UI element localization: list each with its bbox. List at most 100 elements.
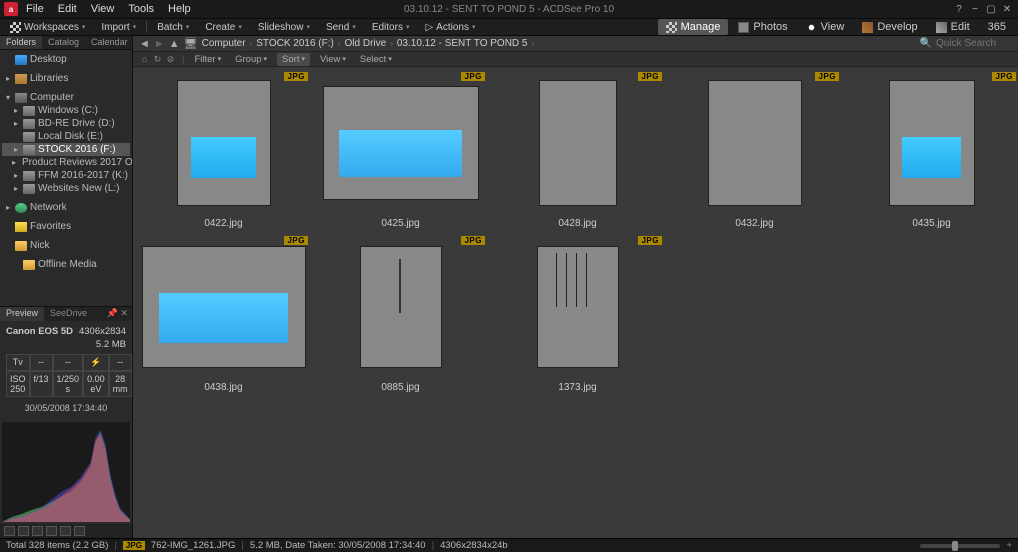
menu-help[interactable]: Help xyxy=(162,1,197,17)
tree-item[interactable]: ▸Libraries xyxy=(2,72,130,85)
tb-import[interactable]: Import▾ xyxy=(95,21,142,34)
thumbnail-cell[interactable]: JPG0438.jpg xyxy=(136,234,311,396)
crumb-drive[interactable]: STOCK 2016 (F:) xyxy=(256,38,334,49)
brush-icon xyxy=(862,22,873,33)
format-badge: JPG xyxy=(284,236,308,245)
nav-fwd-icon[interactable]: ► xyxy=(154,38,165,50)
pin-icon[interactable]: 📌 xyxy=(107,308,118,318)
histo-btn-3[interactable] xyxy=(32,526,43,536)
expand-icon[interactable]: ▾ xyxy=(4,93,12,102)
computer-icon[interactable]: 🖥 xyxy=(184,37,198,50)
histo-btn-1[interactable] xyxy=(4,526,15,536)
tab-catalog[interactable]: Catalog xyxy=(42,36,85,49)
histo-btn-4[interactable] xyxy=(46,526,57,536)
mode-edit[interactable]: Edit xyxy=(928,19,978,35)
tree-item[interactable]: Favorites xyxy=(2,220,130,233)
tree-item[interactable]: ▾Computer xyxy=(2,91,130,104)
zoom-in-icon[interactable]: + xyxy=(1006,540,1012,551)
tree-item[interactable]: ▸BD-RE Drive (D:) xyxy=(2,117,130,130)
quick-search: 🔍 xyxy=(920,38,1016,49)
expand-icon[interactable]: ▸ xyxy=(4,74,12,83)
histo-btn-6[interactable] xyxy=(74,526,85,536)
mode-photos[interactable]: Photos xyxy=(730,19,795,35)
expand-icon[interactable]: ▸ xyxy=(12,145,20,154)
thumbnail-filename: 0422.jpg xyxy=(136,216,311,232)
tree-item[interactable]: ▸Windows (C:) xyxy=(2,104,130,117)
histo-btn-2[interactable] xyxy=(18,526,29,536)
status-badge: JPG xyxy=(123,541,145,550)
tb-create[interactable]: Create▾ xyxy=(199,21,248,34)
tab-calendar[interactable]: Calendar xyxy=(85,36,134,49)
nav-refresh-icon[interactable]: ↻ xyxy=(152,54,163,65)
thumbnail-cell[interactable]: JPG0435.jpg xyxy=(844,70,1018,232)
search-icon[interactable]: 🔍 xyxy=(920,38,932,49)
minimize-icon[interactable]: − xyxy=(968,3,982,15)
view-dropdown[interactable]: View ▾ xyxy=(316,54,350,65)
tree-item[interactable]: Nick xyxy=(2,239,130,252)
tree-item[interactable]: ▸STOCK 2016 (F:) xyxy=(2,143,130,156)
select-dropdown[interactable]: Select ▾ xyxy=(356,54,396,65)
menu-file[interactable]: File xyxy=(20,1,50,17)
maximize-icon[interactable]: ▢ xyxy=(984,3,998,15)
mode-develop[interactable]: Develop xyxy=(854,19,925,35)
tab-preview[interactable]: Preview xyxy=(0,307,44,321)
expand-icon[interactable]: ▸ xyxy=(12,119,20,128)
thumbnail-cell[interactable]: JPG0885.jpg xyxy=(313,234,488,396)
tree-item[interactable]: Offline Media xyxy=(2,258,130,271)
nav-back-icon[interactable]: ◄ xyxy=(139,38,150,50)
histo-btn-5[interactable] xyxy=(60,526,71,536)
help-icon[interactable]: ? xyxy=(952,3,966,15)
expand-icon[interactable]: ▸ xyxy=(12,158,16,167)
thumbnail-cell[interactable]: JPG0432.jpg xyxy=(667,70,842,232)
status-filesize: 5.2 MB, Date Taken: 30/05/2008 17:34:40 xyxy=(250,540,426,551)
zoom-slider[interactable] xyxy=(920,544,1000,548)
thumbnail-cell[interactable]: JPG 0422.jpg xyxy=(136,70,311,232)
thumbnail-cell[interactable]: JPG1373.jpg xyxy=(490,234,665,396)
tree-item[interactable]: ▸Product Reviews 2017 On (G:) xyxy=(2,156,130,169)
expand-icon[interactable]: ▸ xyxy=(4,203,12,212)
menu-edit[interactable]: Edit xyxy=(52,1,83,17)
tb-workspaces[interactable]: Workspaces▾ xyxy=(4,21,91,34)
crumb-folder2[interactable]: 03.10.12 - SENT TO POND 5 xyxy=(397,38,528,49)
tb-send[interactable]: Send▾ xyxy=(320,21,362,34)
expand-icon[interactable]: ▸ xyxy=(12,171,20,180)
crumb-folder1[interactable]: Old Drive xyxy=(345,38,387,49)
thumbnail-cell[interactable]: JPG0428.jpg xyxy=(490,70,665,232)
nav-up-icon[interactable]: ▲ xyxy=(169,38,180,50)
tree-item[interactable]: Desktop xyxy=(2,53,130,66)
tree-item[interactable]: ▸Network xyxy=(2,201,130,214)
nav-stop-icon[interactable]: ⊘ xyxy=(165,54,176,65)
nav-home-icon[interactable]: ⌂ xyxy=(139,54,150,65)
app-icon: a xyxy=(4,2,18,16)
tab-seedrive[interactable]: SeeDrive xyxy=(44,307,93,321)
thumbnail-filename: 0425.jpg xyxy=(313,216,488,232)
tb-slideshow[interactable]: Slideshow▾ xyxy=(252,21,316,34)
menu-view[interactable]: View xyxy=(85,1,121,17)
group-dropdown[interactable]: Group ▾ xyxy=(231,54,271,65)
expand-icon[interactable]: ▸ xyxy=(12,106,20,115)
tb-actions[interactable]: ▷ Actions▾ xyxy=(419,21,481,34)
thumbnail-filename: 0885.jpg xyxy=(313,380,488,396)
window-controls: ? − ▢ ✕ xyxy=(952,3,1014,15)
thumbnail-cell[interactable]: JPG0425.jpg xyxy=(313,70,488,232)
menu-tools[interactable]: Tools xyxy=(122,1,160,17)
expand-icon[interactable]: ▸ xyxy=(12,184,20,193)
format-badge: JPG xyxy=(284,72,308,81)
tree-item[interactable]: ▸Websites New (L:) xyxy=(2,182,130,195)
search-input[interactable] xyxy=(936,38,1016,49)
filter-dropdown[interactable]: Filter ▾ xyxy=(190,54,225,65)
tb-batch[interactable]: Batch▾ xyxy=(151,21,195,34)
mode-view[interactable]: View xyxy=(798,19,853,35)
tree-item[interactable]: ▸FFM 2016-2017 (K:) xyxy=(2,169,130,182)
tree-item[interactable]: Local Disk (E:) xyxy=(2,130,130,143)
sort-dropdown[interactable]: Sort ▾ xyxy=(277,53,310,66)
tab-folders[interactable]: Folders xyxy=(0,36,42,49)
crumb-computer[interactable]: Computer xyxy=(202,38,246,49)
tb-editors[interactable]: Editors▾ xyxy=(366,21,416,34)
close-preview-icon[interactable]: ✕ xyxy=(120,308,128,318)
close-icon[interactable]: ✕ xyxy=(1000,3,1014,15)
net-icon xyxy=(15,203,27,213)
desk-icon xyxy=(15,55,27,65)
mode-365[interactable]: 365 xyxy=(980,19,1014,35)
mode-manage[interactable]: Manage xyxy=(658,19,729,35)
